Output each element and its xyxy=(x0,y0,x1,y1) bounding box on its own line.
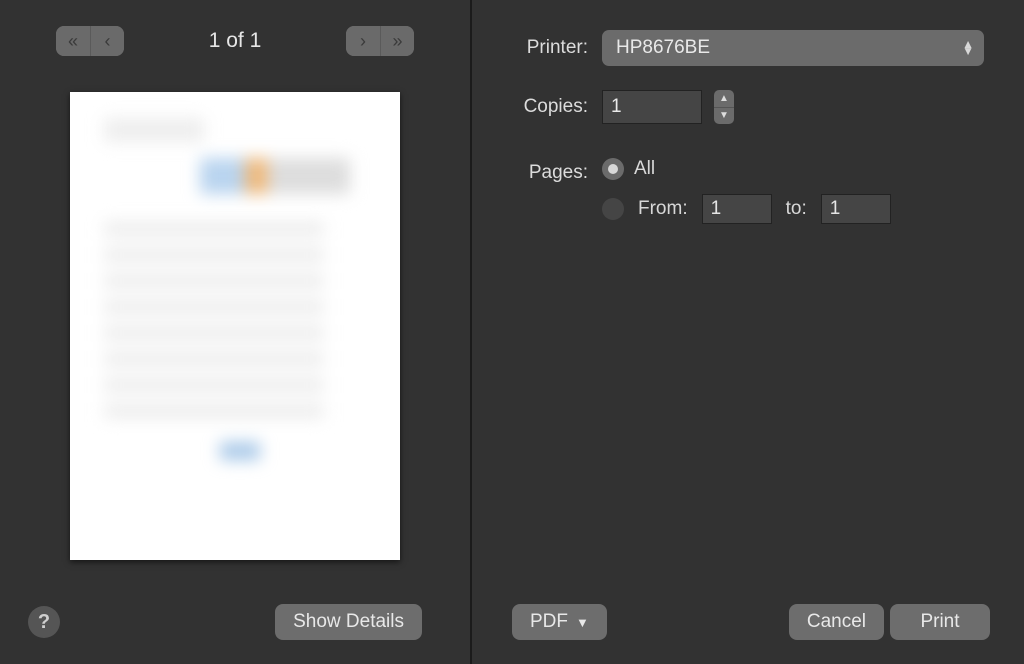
stepper-up-icon[interactable]: ▲ xyxy=(714,90,734,107)
printer-label: Printer: xyxy=(488,37,588,59)
help-button[interactable]: ? xyxy=(28,606,60,638)
stepper-down-icon[interactable]: ▼ xyxy=(714,107,734,125)
updown-icon: ▲▼ xyxy=(962,41,974,55)
cancel-button[interactable]: Cancel xyxy=(789,604,884,640)
next-page-button[interactable]: › xyxy=(346,26,380,56)
copies-label: Copies: xyxy=(488,96,588,118)
page-indicator: 1 of 1 xyxy=(124,29,346,53)
printer-value: HP8676BE xyxy=(616,37,710,59)
pdf-menu-button[interactable]: PDF ▼ xyxy=(512,604,607,640)
copies-input[interactable]: 1 xyxy=(602,90,702,124)
document-preview xyxy=(70,92,400,560)
printer-row: Printer: HP8676BE ▲▼ xyxy=(488,30,984,66)
printer-select[interactable]: HP8676BE ▲▼ xyxy=(602,30,984,66)
prev-page-segment[interactable]: « ‹ xyxy=(56,26,124,56)
copies-stepper[interactable]: ▲ ▼ xyxy=(714,90,734,124)
pages-from-input[interactable]: 1 xyxy=(702,194,772,224)
print-button[interactable]: Print xyxy=(890,604,990,640)
next-page-segment[interactable]: › » xyxy=(346,26,414,56)
first-page-button[interactable]: « xyxy=(56,26,90,56)
radio-unselected-icon xyxy=(602,198,624,220)
pages-all-label: All xyxy=(634,158,655,180)
help-icon: ? xyxy=(38,611,50,634)
pages-to-input[interactable]: 1 xyxy=(821,194,891,224)
pages-from-label: From: xyxy=(638,198,688,220)
pages-row: Pages: All From: 1 to: 1 xyxy=(488,158,891,224)
options-pane: Printer: HP8676BE ▲▼ Copies: 1 ▲ ▼ Pages… xyxy=(472,0,1024,664)
chevron-down-icon: ▼ xyxy=(576,615,589,630)
copies-row: Copies: 1 ▲ ▼ xyxy=(488,90,734,124)
pages-range-radio[interactable]: From: 1 to: 1 xyxy=(602,194,891,224)
preview-pane: « ‹ 1 of 1 › » ? Show Details xyxy=(0,0,472,664)
show-details-button[interactable]: Show Details xyxy=(275,604,422,640)
pages-label: Pages: xyxy=(488,158,588,184)
pages-to-label: to: xyxy=(786,198,807,220)
prev-page-button[interactable]: ‹ xyxy=(90,26,124,56)
radio-selected-icon xyxy=(602,158,624,180)
pages-all-radio[interactable]: All xyxy=(602,158,891,180)
last-page-button[interactable]: » xyxy=(380,26,414,56)
preview-nav: « ‹ 1 of 1 › » xyxy=(0,26,470,56)
